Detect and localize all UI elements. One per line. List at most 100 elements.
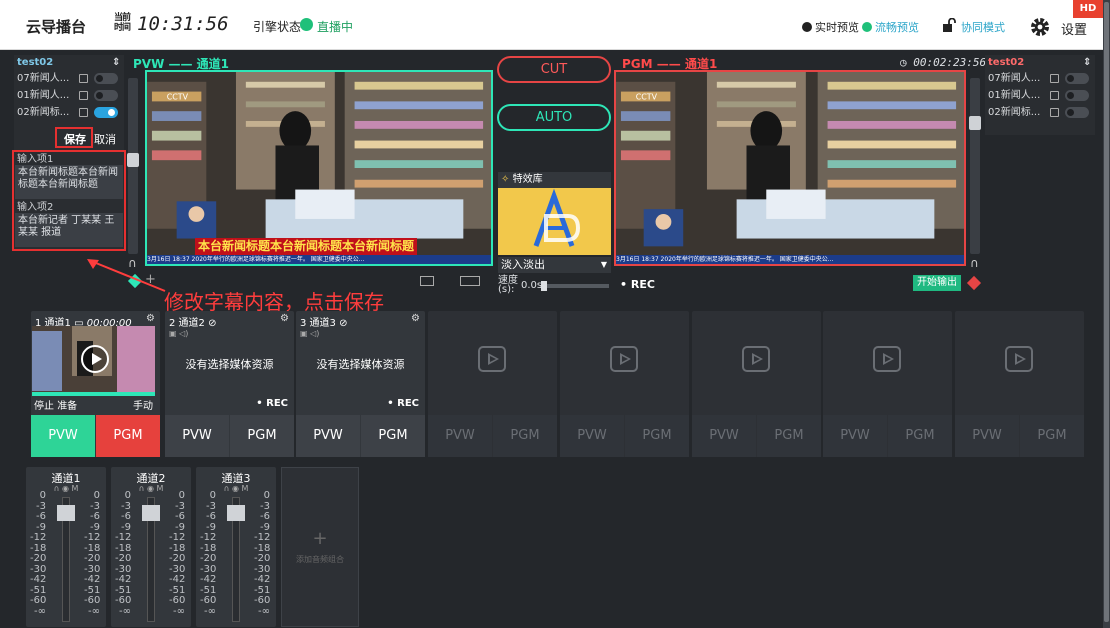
add-media-play-icon[interactable]: [873, 346, 901, 372]
layout-single-icon[interactable]: [420, 276, 434, 286]
subtitle-item[interactable]: 01新闻人...: [985, 87, 1095, 104]
realtime-preview-radio[interactable]: 实时预览: [802, 19, 859, 35]
add-media-play-icon[interactable]: [610, 346, 638, 372]
subtitle-toggle[interactable]: [94, 73, 118, 84]
pgm-button[interactable]: PGM: [625, 415, 689, 457]
subtitle-toggle[interactable]: [1065, 107, 1089, 118]
subtitle-toggle[interactable]: [94, 107, 118, 118]
edit-icon[interactable]: [1050, 91, 1059, 100]
channel-3-rec[interactable]: • REC: [387, 398, 419, 409]
gear-icon[interactable]: ⚙: [146, 313, 155, 324]
channel-3-pgm-button[interactable]: PGM: [361, 415, 425, 457]
subtitle-item[interactable]: 02新闻标...: [985, 104, 1095, 121]
pgm-volume-track[interactable]: [970, 78, 980, 254]
scale-tick: -12: [254, 532, 271, 543]
gear-icon[interactable]: ⚙: [280, 313, 289, 324]
transition-thumbnail[interactable]: [498, 188, 611, 255]
subtitle-item[interactable]: 02新闻标...: [14, 104, 124, 121]
channel-card-empty[interactable]: PVW PGM: [955, 311, 1084, 457]
channel-3-pvw-button[interactable]: PVW: [296, 415, 360, 457]
subtitle-item[interactable]: 01新闻人...: [14, 87, 124, 104]
program-monitor[interactable]: CCTV 3月16日 18:37 2020年举行的欧洲足球锦标赛将推迟一年。 国…: [614, 70, 966, 266]
unlock-icon[interactable]: [942, 18, 956, 32]
pgm-button[interactable]: PGM: [757, 415, 821, 457]
edit-icon[interactable]: [1050, 108, 1059, 117]
headphone-icon[interactable]: ∩: [970, 256, 979, 270]
start-output-button[interactable]: 开始输出: [913, 275, 961, 291]
subtitle-panel-right: test02 ⇕ 07新闻人... 01新闻人... 02新闻标...: [985, 55, 1095, 135]
channel-3-header: 3 通道3 ⊘: [300, 318, 348, 329]
smooth-preview-label: 流畅预览: [875, 21, 919, 34]
channel-card-empty[interactable]: PVW PGM: [560, 311, 689, 457]
edit-icon[interactable]: [79, 108, 88, 117]
pvw-button[interactable]: PVW: [560, 415, 624, 457]
page-scrollbar-thumb[interactable]: [1104, 2, 1109, 622]
fader-handle[interactable]: [142, 505, 160, 521]
auto-button[interactable]: AUTO: [497, 104, 611, 131]
channel-2-pvw-button[interactable]: PVW: [165, 415, 229, 457]
channel-card-empty[interactable]: PVW PGM: [428, 311, 557, 457]
speed-slider-handle[interactable]: [541, 281, 547, 291]
pgm-rec-indicator[interactable]: • REC: [620, 278, 655, 291]
channel-card-3[interactable]: 3 通道3 ⊘ ⚙ ▣ ◁) 没有选择媒体资源 • REC PVW PGM: [296, 311, 425, 457]
channel-card-1[interactable]: 1 通道1 ▭ 00:00:00 ⚙ 停止 准备 手动 PVW PGM: [31, 311, 160, 457]
edit-icon[interactable]: [1050, 74, 1059, 83]
scale-tick: -20: [169, 553, 186, 564]
channel-card-empty[interactable]: PVW PGM: [823, 311, 952, 457]
channel-2-rec[interactable]: • REC: [256, 398, 288, 409]
pvw-button[interactable]: PVW: [823, 415, 887, 457]
add-media-play-icon[interactable]: [478, 346, 506, 372]
subtitle-set-select[interactable]: test02 ⇕: [985, 55, 1095, 70]
add-media-play-icon[interactable]: [742, 346, 770, 372]
edit-icon[interactable]: [79, 91, 88, 100]
subtitle-set-name: test02: [17, 57, 54, 68]
radio-icon: [862, 22, 872, 32]
effects-library-label[interactable]: ✧ 特效库: [498, 172, 611, 188]
transition-select[interactable]: 淡入淡出 ▼: [498, 257, 611, 273]
volume-scale: 0 -3 -6 -9 -12 -18 -20 -30 -42 -51 -60 -∞: [169, 491, 185, 617]
manual-toggle[interactable]: 手动: [133, 397, 153, 412]
channel-2-pgm-button[interactable]: PGM: [230, 415, 294, 457]
pvw-button[interactable]: PVW: [428, 415, 492, 457]
subtitle-item[interactable]: 07新闻人...: [14, 70, 124, 87]
gear-icon[interactable]: [1030, 17, 1050, 37]
fader-handle[interactable]: [227, 505, 245, 521]
subtitle-item[interactable]: 07新闻人...: [985, 70, 1095, 87]
pgm-volume-handle[interactable]: [969, 116, 981, 130]
pgm-button[interactable]: PGM: [888, 415, 952, 457]
scale-tick: -∞: [34, 605, 46, 617]
fader-handle[interactable]: [57, 505, 75, 521]
pgm-button[interactable]: PGM: [1020, 415, 1084, 457]
app-title: 云导播台: [26, 18, 87, 36]
scale-tick: -12: [30, 532, 47, 543]
cancel-button[interactable]: 取消: [94, 132, 116, 148]
subtitle-set-select[interactable]: test02 ⇕: [14, 55, 124, 70]
settings-link[interactable]: 设置: [1061, 19, 1087, 38]
stop-button[interactable]: 停止: [34, 401, 54, 412]
subtitle-toggle[interactable]: [94, 90, 118, 101]
channel-card-empty[interactable]: PVW PGM: [692, 311, 821, 457]
channel-1-pvw-button[interactable]: PVW: [31, 415, 95, 457]
gear-icon[interactable]: ⚙: [411, 313, 420, 324]
subtitle-toggle[interactable]: [1065, 73, 1089, 84]
speed-slider[interactable]: [541, 281, 609, 291]
smooth-preview-radio[interactable]: 流畅预览: [862, 19, 919, 35]
pvw-button[interactable]: PVW: [692, 415, 756, 457]
play-icon[interactable]: [81, 345, 109, 373]
edit-icon[interactable]: [79, 74, 88, 83]
app-root: 云导播台 当前 时间 10:31:56 引擎状态 直播中 实时预览 流畅预览 协同…: [0, 0, 1110, 628]
ready-button[interactable]: 准备: [57, 401, 77, 412]
add-media-play-icon[interactable]: [1005, 346, 1033, 372]
cube-icon[interactable]: [966, 275, 982, 291]
subtitle-toggle[interactable]: [1065, 90, 1089, 101]
add-audio-group-button[interactable]: + 添加音频组合: [281, 467, 359, 627]
channel-1-pgm-button[interactable]: PGM: [96, 415, 160, 457]
channel-card-2[interactable]: 2 通道2 ⊘ ⚙ ▣ ◁) 没有选择媒体资源 • REC PVW PGM: [165, 311, 294, 457]
pgm-button[interactable]: PGM: [493, 415, 557, 457]
pvw-button[interactable]: PVW: [955, 415, 1019, 457]
cut-button[interactable]: CUT: [497, 56, 611, 83]
preview-monitor[interactable]: CCTV 本台新闻标题本台新闻标题本台新闻标题 3月16日 18:37 2020…: [145, 70, 493, 266]
pvw-volume-handle[interactable]: [127, 153, 139, 167]
collab-mode-link[interactable]: 协同模式: [961, 19, 1005, 35]
layout-split-icon[interactable]: [460, 276, 480, 286]
